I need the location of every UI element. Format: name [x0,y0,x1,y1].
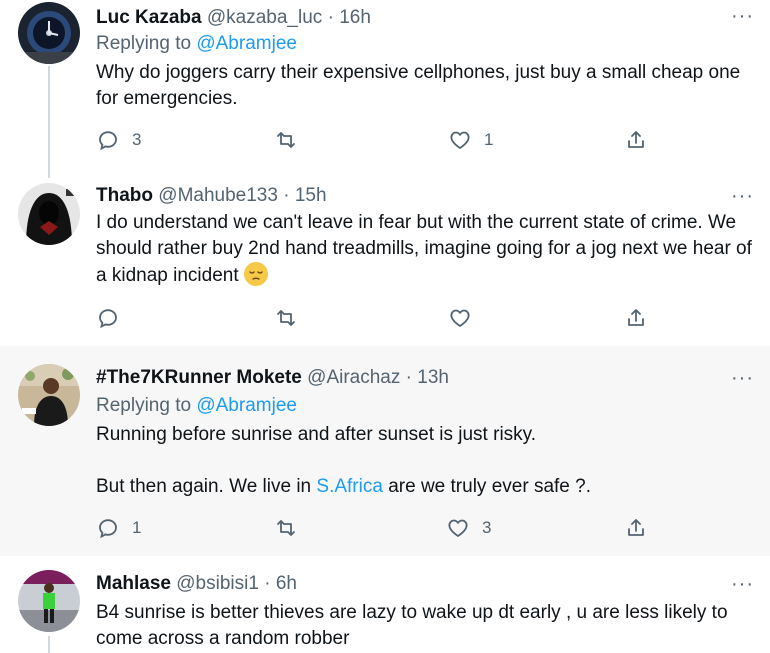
thread-line [48,636,50,653]
tweet-text: Running before sunrise and after sunset … [96,422,756,500]
reply-count: 3 [132,130,142,149]
avatar[interactable] [18,570,80,632]
replying-to-label: Replying to [96,33,192,54]
replying-to: Replying to @Abramjee [96,394,297,418]
tweet-actions: 3 1 [96,128,656,154]
avatar-hooded-figure-image [18,183,80,245]
retweet-icon [277,310,295,326]
timestamp[interactable]: 16h [339,7,371,28]
share-button[interactable] [624,306,648,330]
separator-dot: · [283,185,290,206]
reply-button[interactable] [96,306,132,330]
more-options-icon[interactable]: ··· [731,574,754,594]
like-count: 3 [482,518,492,537]
tweet-text-line: Why do joggers carry their expensive cel… [96,62,741,109]
reply-button[interactable]: 3 [96,128,141,152]
heart-icon [450,131,470,149]
more-options-icon[interactable]: ··· [731,186,754,206]
username[interactable]: @bsibisi1 [176,573,259,594]
retweet-icon [277,132,295,148]
avatar[interactable] [18,183,80,245]
tweet-header: Thabo @Mahube133 · 15h [96,184,327,208]
tweet-text: Why do joggers carry their expensive cel… [96,60,756,112]
tweet-text-content: I do understand we can't leave in fear b… [96,212,752,286]
tweet-luc-kazaba[interactable]: Luc Kazaba @kazaba_luc · 16h ··· Replyin… [0,0,770,178]
replying-to-label: Replying to [96,395,192,416]
tweet-text-line: B4 sunrise is better thieves are lazy to… [96,602,728,649]
display-name[interactable]: Thabo [96,185,153,206]
retweet-button[interactable] [274,306,310,330]
replying-to: Replying to @Abramjee [96,32,297,56]
like-count: 1 [484,130,494,149]
tweet-text-before-link: But then again. We live in [96,476,312,497]
share-button[interactable] [624,516,648,540]
tweet-header: Luc Kazaba @kazaba_luc · 16h [96,6,371,30]
display-name[interactable]: #The7KRunner Mokete [96,367,302,388]
reply-button[interactable]: 1 [96,516,141,540]
tweet-header: #The7KRunner Mokete @Airachaz · 13h [96,366,449,390]
avatar[interactable] [18,364,80,426]
thread-line [48,66,50,178]
separator-dot: · [264,573,271,594]
tweet-text-after-link: are we truly ever safe ?. [388,476,591,497]
separator-dot: · [405,367,412,388]
username[interactable]: @Airachaz [307,367,400,388]
pensive-face-icon [244,263,267,285]
separator-dot: · [327,7,334,28]
mention-link[interactable]: @Abramjee [196,33,297,54]
hashtag-link[interactable]: S.Africa [316,476,383,497]
more-options-icon[interactable]: ··· [731,6,754,26]
tweet-text-line-2: But then again. We live in S.Africa are … [96,474,756,500]
reply-icon [99,131,117,151]
avatar[interactable] [18,2,80,64]
tweet-mokete[interactable]: #The7KRunner Mokete @Airachaz · 13h ··· … [0,346,770,556]
like-button[interactable]: 3 [446,516,491,540]
pensive-face-emoji [243,262,268,286]
timestamp[interactable]: 6h [276,573,297,594]
share-icon [628,309,644,326]
tweet-thabo[interactable]: Thabo @Mahube133 · 15h ··· I do understa… [0,178,770,346]
username[interactable]: @kazaba_luc [207,7,322,28]
tweet-actions [96,306,656,332]
share-button[interactable] [624,128,648,152]
avatar-watch-image [18,2,80,64]
display-name[interactable]: Mahlase [96,573,171,594]
reply-icon [99,519,117,539]
share-icon [628,131,644,148]
retweet-icon [277,520,295,536]
reply-count: 1 [132,518,142,537]
heart-icon [448,519,468,537]
reply-icon [99,309,117,329]
like-button[interactable]: 1 [448,128,493,152]
tweet-text: B4 sunrise is better thieves are lazy to… [96,600,756,652]
share-icon [628,519,644,536]
username[interactable]: @Mahube133 [158,185,278,206]
avatar-man-seated-image [18,364,80,426]
heart-icon [450,309,470,327]
timestamp[interactable]: 15h [295,185,327,206]
retweet-button[interactable] [274,128,310,152]
more-options-icon[interactable]: ··· [731,368,754,388]
tweet-text-line: Running before sunrise and after sunset … [96,424,537,445]
tweet-mahlase[interactable]: Mahlase @bsibisi1 · 6h ··· B4 sunrise is… [0,556,770,653]
retweet-button[interactable] [274,516,310,540]
mention-link[interactable]: @Abramjee [196,395,297,416]
display-name[interactable]: Luc Kazaba [96,7,202,28]
like-button[interactable] [448,306,484,330]
tweet-header: Mahlase @bsibisi1 · 6h [96,572,297,596]
timestamp[interactable]: 13h [417,367,449,388]
avatar-runner-image [18,570,80,632]
tweet-text: I do understand we can't leave in fear b… [96,210,756,289]
tweet-actions: 1 3 [96,516,656,542]
tweet-text-line: I do understand we can't leave in fear b… [96,210,756,289]
